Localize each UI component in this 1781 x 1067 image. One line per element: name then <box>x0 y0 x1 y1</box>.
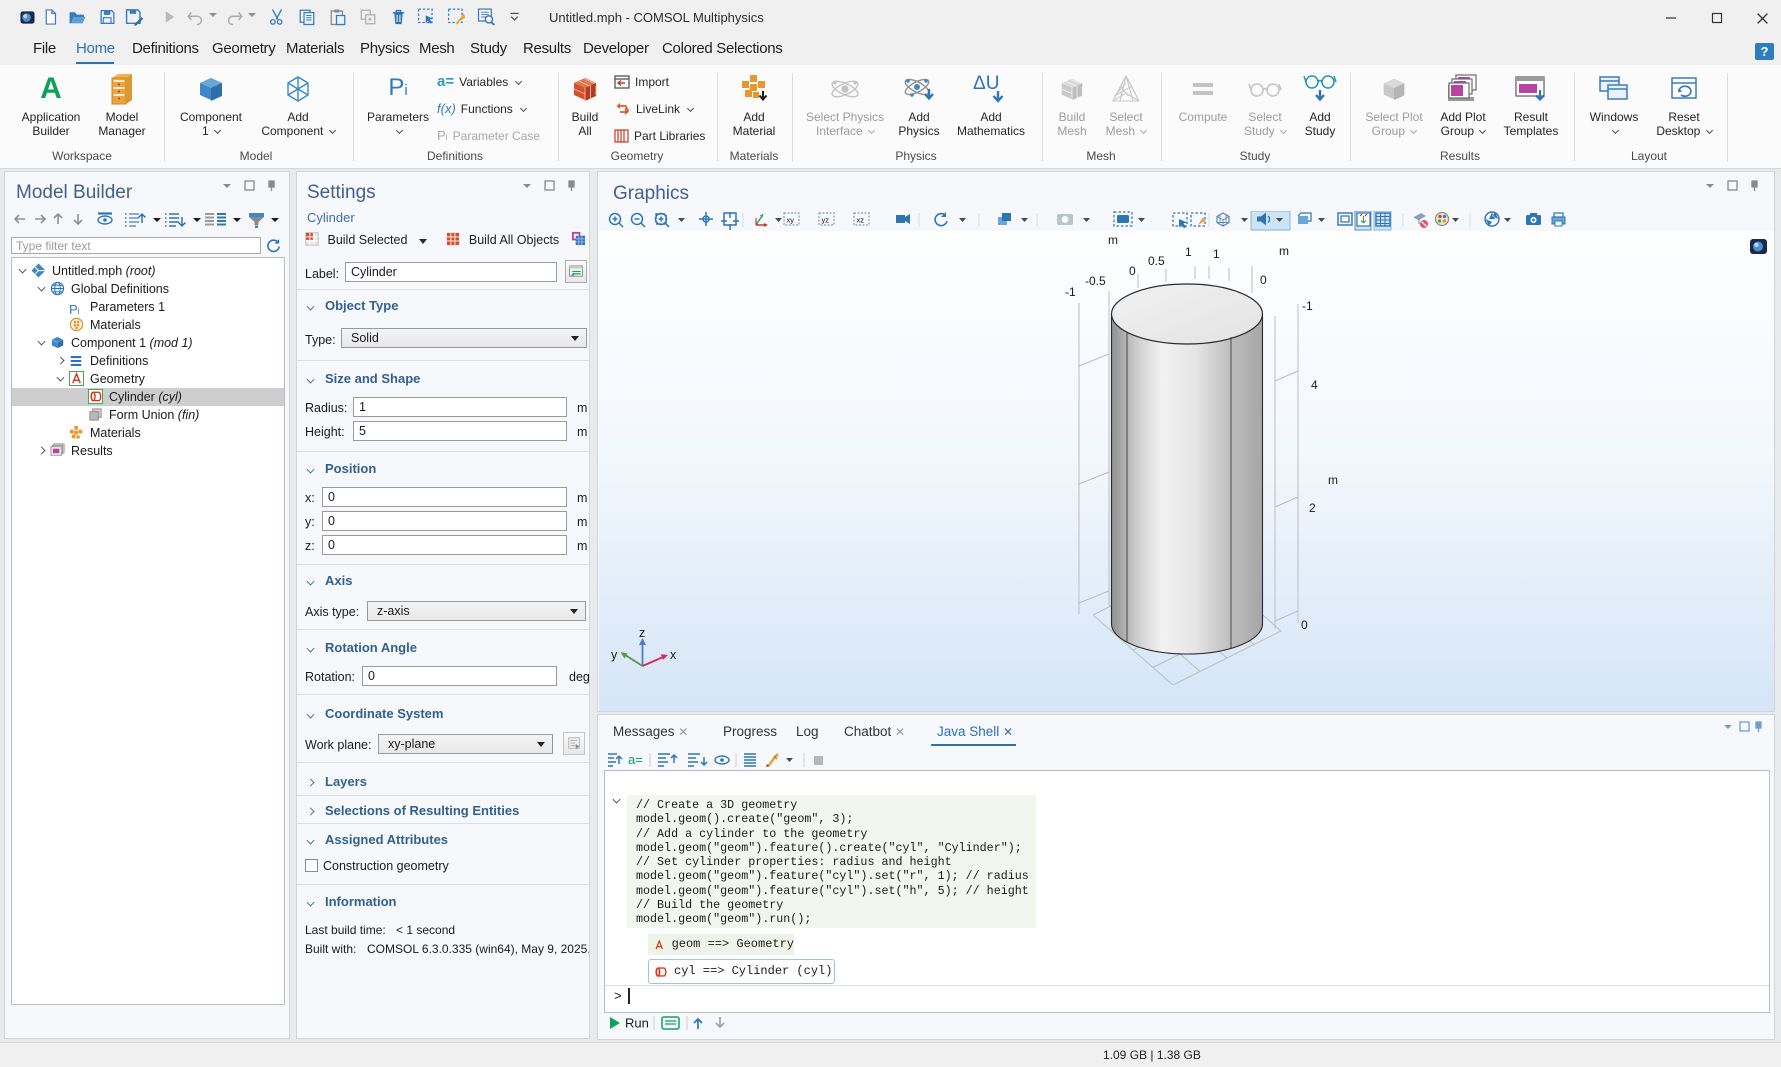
svg-text:-0.5: -0.5 <box>1085 274 1106 288</box>
svg-text:a=: a= <box>628 752 643 767</box>
svg-text:ΔU: ΔU <box>973 73 999 94</box>
svg-text:m: m <box>1108 233 1118 247</box>
svg-text:0: 0 <box>1301 618 1308 632</box>
svg-text:z: z <box>639 626 645 640</box>
svg-text:m: m <box>1328 473 1338 487</box>
svg-text:0: 0 <box>1129 264 1136 278</box>
svg-text:xy: xy <box>787 216 795 225</box>
svg-text:x: x <box>670 648 677 662</box>
svg-text:yz: yz <box>822 216 830 225</box>
svg-text:xz: xz <box>857 216 865 225</box>
svg-text:Run: Run <box>625 1016 649 1031</box>
svg-text:1: 1 <box>1185 245 1192 259</box>
svg-text:1: 1 <box>1213 247 1220 261</box>
svg-text:m: m <box>1279 244 1289 258</box>
svg-text:-1: -1 <box>1302 299 1313 313</box>
svg-text:0: 0 <box>1260 273 1267 287</box>
svg-text:y: y <box>611 648 618 662</box>
svg-text:2: 2 <box>1309 501 1316 515</box>
svg-text:0.5: 0.5 <box>1148 254 1165 268</box>
svg-text:4: 4 <box>1311 378 1318 392</box>
svg-text:-1: -1 <box>1065 285 1076 299</box>
